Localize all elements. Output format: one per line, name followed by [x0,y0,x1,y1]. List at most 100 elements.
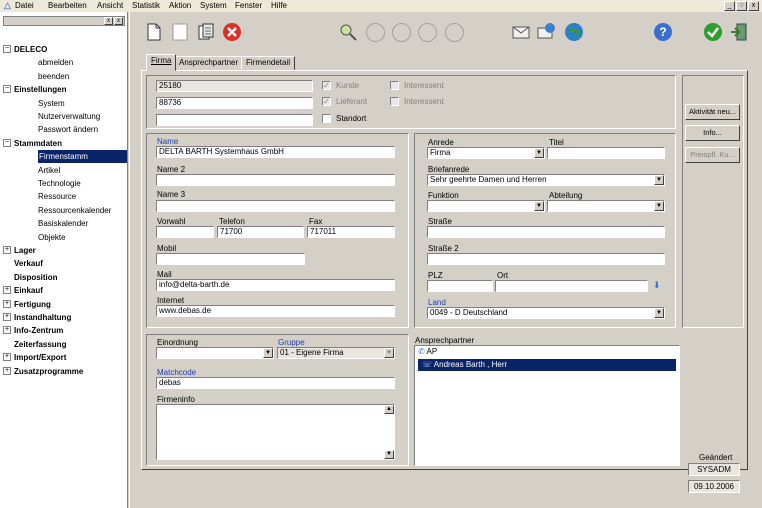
list-item[interactable]: ☏ Andreas Barth , Herr [418,359,676,371]
sidebar-item-objekte[interactable]: Objekte [38,231,66,244]
sidebar-item-ressourcenkalender[interactable]: Ressourcenkalender [38,204,111,217]
sidebar-item-zusatzprogramme[interactable]: Zusatzprogramme [14,365,83,378]
delete-icon[interactable] [222,22,242,42]
mobil-field[interactable] [156,253,305,265]
new-icon[interactable] [144,22,164,42]
menu-system[interactable]: System [200,1,227,10]
sidebar-item-ressource[interactable]: Ressource [38,190,76,203]
tab-ansprechpartner[interactable]: Ansprechpartner [174,56,244,70]
sidebar-item-system[interactable]: System [38,97,65,110]
ort-lookup-icon[interactable]: ⬇ [653,280,661,291]
expand-icon[interactable]: + [3,313,11,321]
plz-field[interactable] [427,280,493,292]
firmeninfo-textarea[interactable] [156,404,395,460]
list-item[interactable]: ✆ AP [418,347,437,356]
name3-field[interactable] [156,200,395,212]
collapse-icon[interactable]: − [3,85,11,94]
abteilung-dropdown-icon[interactable]: ▼ [654,201,664,211]
copy-icon[interactable] [196,22,216,42]
tab-firma[interactable]: Firma [146,54,177,71]
standort-checkbox[interactable] [322,114,331,123]
name-field[interactable]: DELTA BARTH Systemhaus GmbH [156,146,395,158]
info-button[interactable]: Info... [685,125,740,141]
sidebar-item-artikel[interactable]: Artikel [38,164,60,177]
menu-ansicht[interactable]: Ansicht [97,1,123,10]
interessent-checkbox-1[interactable] [390,81,399,90]
titel-field[interactable] [547,147,665,159]
name2-field[interactable] [156,174,395,186]
third-number-field[interactable] [156,114,313,126]
close-button[interactable]: x [748,1,759,11]
sidebar-item-lager[interactable]: Lager [14,244,36,257]
blank-icon[interactable] [170,22,190,42]
telefon-field[interactable]: 71700 [217,226,304,238]
company-number-field[interactable]: 25180 [156,80,313,92]
menu-fenster[interactable]: Fenster [235,1,262,10]
land-dropdown-icon[interactable]: ▼ [654,308,664,318]
funktion-select[interactable] [427,200,545,212]
sidebar-item-technologie[interactable]: Technologie [38,177,81,190]
help-icon[interactable]: ? [653,22,673,42]
menu-datei[interactable]: Datei [15,1,34,10]
lieferant-checkbox[interactable]: ✓ [322,97,331,106]
kunde-checkbox[interactable]: ✓ [322,81,331,90]
ok-icon[interactable] [703,22,723,42]
strasse-field[interactable] [427,226,665,238]
fax-field[interactable]: 717011 [307,226,395,238]
vorwahl-field[interactable] [156,226,214,238]
restore-button[interactable]: ♢ [736,1,747,11]
sidebar-item-disposition[interactable]: Disposition [14,271,58,284]
globe-icon[interactable] [564,22,584,42]
sidebar-item-info-zentrum[interactable]: Info-Zentrum [14,324,63,337]
preispflege-button[interactable]: Preispfl. Ku... [685,147,740,163]
collapse-icon[interactable]: − [3,45,11,53]
menu-bearbeiten[interactable]: Bearbeiten [48,1,87,10]
sidebar-item-zeiterfassung[interactable]: Zeiterfassung [14,338,66,351]
tab-firmendetail[interactable]: Firmendetail [241,56,296,70]
search-icon[interactable] [338,22,358,42]
anrede-dropdown-icon[interactable]: ▼ [534,148,544,158]
funktion-dropdown-icon[interactable]: ▼ [534,201,544,211]
sidebar-item-instandhaltung[interactable]: Instandhaltung [14,311,71,324]
circle-icon[interactable] [392,23,411,42]
matchcode-field[interactable]: debas [156,377,395,389]
menu-hilfe[interactable]: Hilfe [271,1,287,10]
interessent-checkbox-2[interactable] [390,97,399,106]
splitter[interactable] [129,12,136,508]
ort-field[interactable] [495,280,648,292]
mail-field[interactable]: info@delta-barth.de [156,279,395,291]
expand-icon[interactable]: + [3,286,11,295]
briefanrede-dropdown-icon[interactable]: ▼ [654,175,664,185]
circle-icon[interactable] [418,23,437,42]
sidebar-item-import-export[interactable]: Import/Export [14,351,66,364]
abteilung-select[interactable] [547,200,665,212]
einordnung-dropdown-icon[interactable]: ▼ [263,348,273,358]
sidebar-item-beenden[interactable]: beenden [38,70,69,83]
customer-number-field[interactable]: 88736 [156,97,313,109]
internet-field[interactable]: www.debas.de [156,305,395,317]
strasse2-field[interactable] [427,253,665,265]
sidebar-item-einstellungen[interactable]: Einstellungen [14,83,66,96]
briefanrede-select[interactable]: Sehr geehrte Damen und Herren [427,174,665,186]
sidebar-item-nutzerverwaltung[interactable]: Nutzerverwaltung [38,110,100,123]
mail-icon[interactable] [511,22,531,42]
sidebar-item-passwort-ändern[interactable]: Passwort ändern [38,123,98,136]
sidebar-item-fertigung[interactable]: Fertigung [14,298,51,311]
sidebar-item-stammdaten[interactable]: Stammdaten [14,137,62,150]
collapse-icon[interactable]: − [3,138,11,147]
sidebar-item-firmenstamm[interactable]: Firmenstamm [38,150,127,164]
aktivitaet-neu-button[interactable]: Aktivität neu... [685,104,740,120]
sidebar-item-abmelden[interactable]: abmelden [38,56,73,69]
einordnung-select[interactable] [156,347,274,359]
sidebar-restore-button[interactable]: x [104,17,113,25]
firmeninfo-scroll-down-icon[interactable]: ▼ [384,450,394,459]
expand-icon[interactable]: + [3,366,11,375]
expand-icon[interactable]: + [3,353,11,362]
sidebar-item-deleco[interactable]: DELECO [14,43,47,56]
menu-aktion[interactable]: Aktion [169,1,191,10]
mail-send-icon[interactable] [536,22,556,42]
gruppe-dropdown-icon[interactable]: ▼ [384,348,394,358]
exit-icon[interactable] [729,22,749,42]
gruppe-select[interactable]: 01 - Eigene Firma [277,347,395,359]
menu-statistik[interactable]: Statistik [132,1,160,10]
